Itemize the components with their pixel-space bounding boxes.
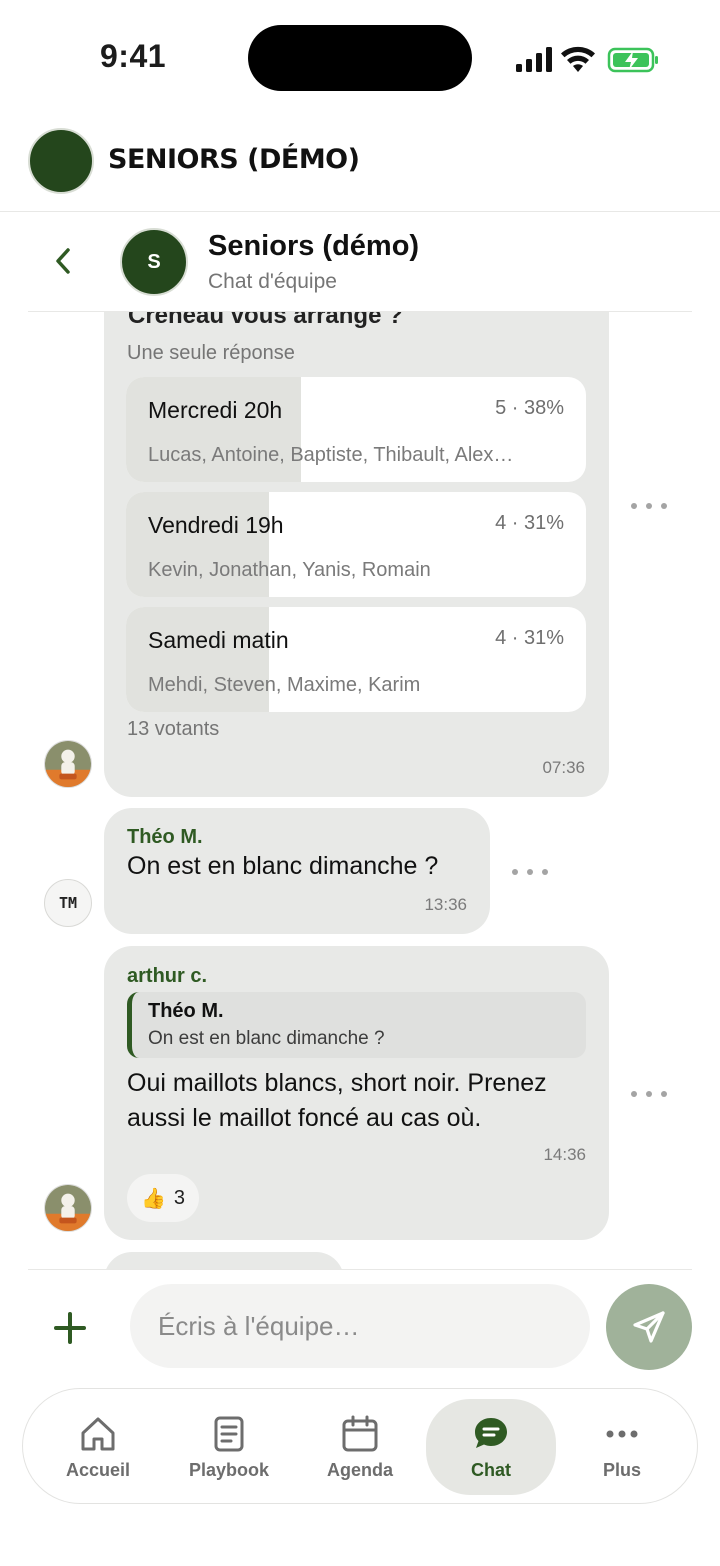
team-name: SENIORS (DÉMO) — [108, 144, 360, 175]
avatar-photo-arthur[interactable] — [44, 1184, 92, 1232]
message-bubble: Théo M. On est en blanc dimanche ? 13:36 — [104, 808, 490, 934]
reply-quote[interactable]: Théo M. On est en blanc dimanche ? — [127, 992, 586, 1058]
nav-label: Chat — [471, 1459, 511, 1480]
message-more-button[interactable] — [631, 1086, 667, 1102]
message-sender: arthur c. — [127, 965, 208, 987]
message-bubble-partial — [104, 1252, 344, 1269]
poll-option[interactable]: Samedi matin 4 · 31% Mehdi, Steven, Maxi… — [126, 607, 586, 712]
poll-option[interactable]: Mercredi 20h 5 · 38% Lucas, Antoine, Bap… — [126, 377, 586, 482]
battery-icon — [607, 47, 658, 73]
poll-question: Créneau vous arrange ? — [128, 312, 403, 329]
send-icon — [633, 1311, 665, 1343]
message-text: Oui maillots blancs, short noir. Prenez … — [127, 1069, 547, 1132]
poll-bubble: Créneau vous arrange ? Une seule réponse… — [104, 312, 609, 797]
dynamic-island — [248, 25, 472, 91]
chat-title: Seniors (démo) — [208, 230, 420, 262]
chat-header: S Seniors (démo) Chat d'équipe — [28, 212, 692, 312]
poll-option-label: Mercredi 20h — [148, 397, 283, 423]
nav-label: Playbook — [188, 1459, 270, 1480]
poll-option-label: Vendredi 19h — [148, 512, 284, 538]
team-header: SENIORS (DÉMO) — [0, 110, 720, 212]
message-more-button[interactable] — [631, 498, 667, 514]
poll-option-voters: Mehdi, Steven, Maxime, Karim — [148, 674, 421, 696]
poll-option-voters: Kevin, Jonathan, Yanis, Romain — [148, 559, 431, 581]
message-more-button[interactable] — [512, 864, 548, 880]
nav-label: Plus — [602, 1459, 641, 1480]
poll-option-label: Samedi matin — [148, 627, 289, 653]
message-time: 07:36 — [542, 758, 585, 777]
message-input[interactable] — [130, 1284, 590, 1368]
reply-sender: Théo M. — [148, 1000, 224, 1022]
calendar-icon — [340, 1414, 380, 1454]
add-attachment-button[interactable] — [50, 1308, 90, 1348]
poll-option-count: 4 · 31% — [495, 627, 564, 649]
status-bar: 9:41 — [0, 0, 720, 110]
message-time: 14:36 — [543, 1145, 586, 1164]
poll-option[interactable]: Vendredi 19h 4 · 31% Kevin, Jonathan, Ya… — [126, 492, 586, 597]
avatar-initials[interactable]: TM — [44, 879, 92, 927]
chat-avatar: S — [120, 228, 188, 296]
avatar-photo-arthur[interactable] — [44, 740, 92, 788]
message-list[interactable]: Créneau vous arrange ? Une seule réponse… — [0, 312, 720, 1269]
poll-option-count: 5 · 38% — [495, 397, 564, 419]
send-button[interactable] — [606, 1284, 692, 1370]
team-logo[interactable] — [28, 128, 94, 194]
signal-icon — [516, 47, 552, 72]
poll-option-count: 4 · 31% — [495, 512, 564, 534]
bottom-nav: Accueil Playbook Agenda Chat Plus — [22, 1388, 698, 1504]
chat-icon — [471, 1414, 511, 1454]
composer — [28, 1269, 692, 1383]
nav-label: Accueil — [65, 1459, 131, 1480]
nav-chat[interactable]: Chat — [426, 1399, 556, 1495]
poll-total-votes: 13 votants — [127, 718, 220, 740]
nav-plus[interactable]: Plus — [557, 1399, 687, 1495]
poll-option-voters: Lucas, Antoine, Baptiste, Thibault, Alex… — [148, 444, 514, 466]
chat-subtitle: Chat d'équipe — [208, 270, 337, 293]
reaction-chip[interactable]: 👍 3 — [127, 1174, 200, 1222]
more-icon — [602, 1414, 642, 1454]
nav-agenda[interactable]: Agenda — [295, 1399, 425, 1495]
message-text: On est en blanc dimanche ? — [127, 852, 439, 880]
message-sender: Théo M. — [127, 826, 203, 848]
status-icons — [516, 46, 658, 73]
document-icon — [209, 1414, 249, 1454]
thumbs-up-icon: 👍 — [141, 1187, 166, 1210]
reaction-count: 3 — [173, 1186, 186, 1209]
nav-playbook[interactable]: Playbook — [164, 1399, 294, 1495]
message-time: 13:36 — [424, 895, 467, 914]
wifi-icon — [561, 46, 595, 72]
home-icon — [78, 1414, 118, 1454]
status-time: 9:41 — [100, 38, 167, 74]
back-button[interactable] — [46, 244, 80, 278]
reply-text: On est en blanc dimanche ? — [148, 1028, 385, 1049]
message-bubble: arthur c. Théo M. On est en blanc dimanc… — [104, 946, 609, 1240]
chevron-left-icon — [56, 248, 70, 274]
poll-type: Une seule réponse — [127, 342, 295, 364]
nav-label: Agenda — [326, 1459, 393, 1480]
nav-accueil[interactable]: Accueil — [33, 1399, 163, 1495]
